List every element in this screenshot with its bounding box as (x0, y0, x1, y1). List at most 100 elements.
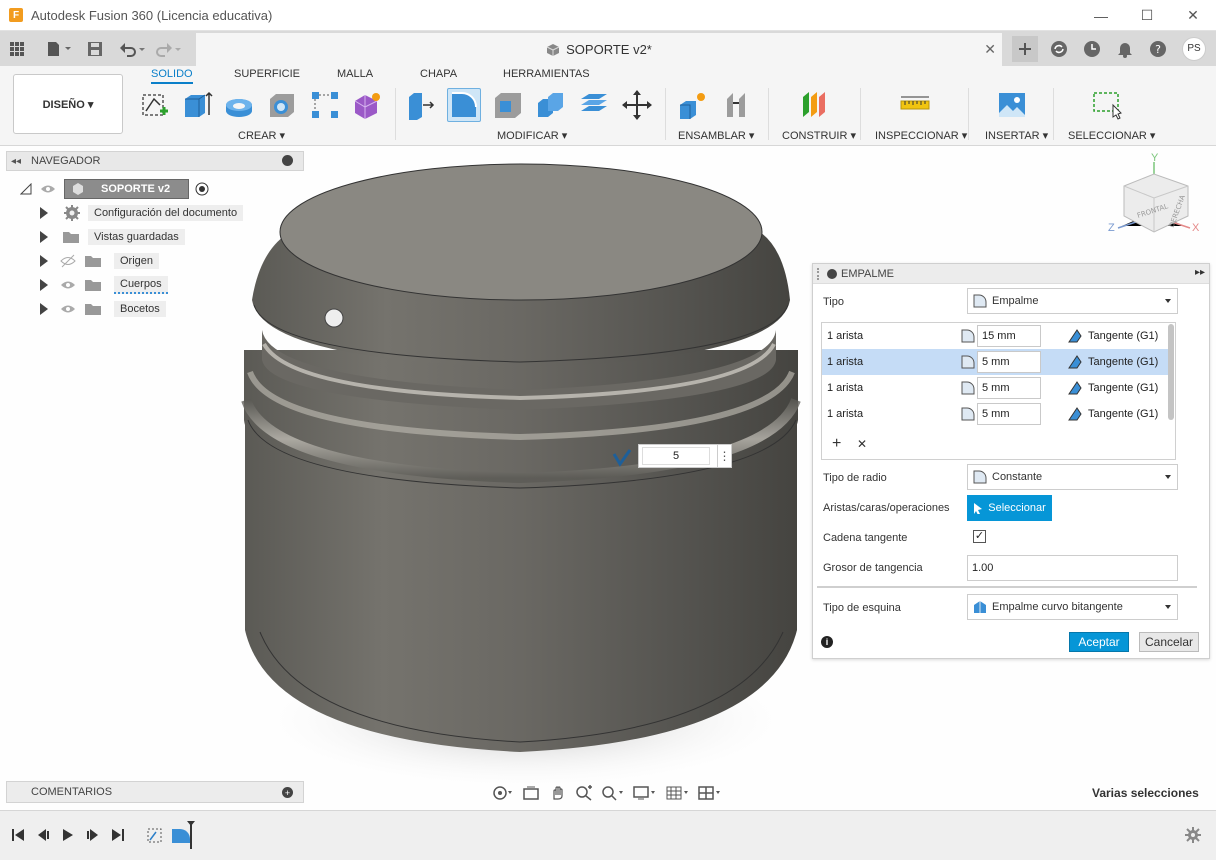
radius-input[interactable]: 5 mm (977, 351, 1041, 373)
timeline-fillet-icon[interactable] (169, 819, 195, 849)
offset-plane-icon[interactable] (798, 88, 832, 122)
hole-icon[interactable] (265, 88, 299, 122)
shell-icon[interactable] (491, 88, 525, 122)
tab-malla[interactable]: MALLA (337, 68, 373, 80)
radius-input[interactable]: 5 mm (977, 377, 1041, 399)
new-component-icon[interactable] (676, 88, 710, 122)
new-tab-plus-icon[interactable] (1012, 35, 1038, 62)
activate-radio-icon[interactable] (195, 182, 209, 196)
play-icon[interactable] (59, 826, 77, 844)
radius-input[interactable]: 15 mm (977, 325, 1041, 347)
group-inspeccionar[interactable]: INSPECCIONAR ▾ (875, 129, 967, 142)
navigator-header[interactable]: ◂◂ NAVEGADOR (6, 151, 304, 171)
minimize-button[interactable]: — (1078, 0, 1124, 31)
expand-triangle-icon[interactable] (40, 279, 48, 291)
revolve-icon[interactable] (222, 88, 256, 122)
go-to-end-icon[interactable] (109, 826, 127, 844)
insert-image-icon[interactable] (995, 88, 1029, 122)
tangent-continuity-icon[interactable] (1067, 354, 1083, 370)
tab-solido[interactable]: SOLIDO (151, 68, 193, 84)
navigator-minimize-icon[interactable] (282, 155, 293, 166)
fillet-manipulator-arrow-icon[interactable] (612, 446, 632, 468)
combine-icon[interactable] (534, 88, 568, 122)
step-back-icon[interactable] (34, 826, 52, 844)
fillet-dialog-header[interactable]: EMPALME ▸▸ (813, 264, 1209, 284)
expanded-triangle-icon[interactable] (20, 183, 32, 195)
group-insertar[interactable]: INSERTAR ▾ (985, 129, 1048, 142)
pan-hand-icon[interactable] (549, 785, 567, 801)
tab-chapa[interactable]: CHAPA (420, 68, 457, 80)
tab-herramientas[interactable]: HERRAMIENTAS (503, 68, 590, 80)
timeline-sketch-icon[interactable] (145, 824, 165, 846)
step-forward-icon[interactable] (84, 826, 102, 844)
table-row[interactable]: 1 arista 5 mm Tangente (G1) (822, 401, 1174, 427)
remove-edge-set-button[interactable]: ✕ (857, 437, 867, 451)
close-tab-button[interactable]: ✕ (984, 41, 996, 58)
collapse-arrows-icon[interactable]: ◂◂ (11, 156, 21, 167)
radius-type-dropdown[interactable]: Constante (967, 464, 1178, 490)
expand-dialog-icon[interactable]: ▸▸ (1195, 267, 1205, 278)
browser-node-bodies[interactable]: Cuerpos (40, 275, 168, 295)
expand-triangle-icon[interactable] (40, 303, 48, 315)
create-form-icon[interactable] (350, 88, 384, 122)
help-icon[interactable]: ? (1146, 37, 1170, 61)
undo-icon[interactable] (118, 36, 148, 62)
cancel-button[interactable]: Cancelar (1139, 632, 1199, 652)
timeline-settings-gear-icon[interactable] (1184, 826, 1202, 844)
dimension-manipulator[interactable]: 5 ⋮ (612, 444, 732, 468)
add-comment-icon[interactable]: + (282, 787, 293, 798)
user-avatar[interactable]: PS (1182, 36, 1206, 61)
clock-icon[interactable] (1080, 37, 1104, 61)
close-window-button[interactable]: ✕ (1170, 0, 1216, 31)
continuity-value[interactable]: Tangente (G1) (1088, 382, 1158, 394)
expand-triangle-icon[interactable] (40, 207, 48, 219)
dimension-value-input[interactable]: 5 (642, 447, 710, 465)
drag-handle-icon[interactable] (817, 267, 823, 280)
document-tab[interactable]: SOPORTE v2* ✕ (196, 33, 1002, 66)
browser-node-saved-views[interactable]: Vistas guardadas (40, 227, 185, 247)
browser-node-origin[interactable]: Origen (40, 251, 160, 271)
tab-superficie[interactable]: SUPERFICIE (234, 68, 300, 80)
viewports-icon[interactable] (698, 785, 722, 801)
offset-face-icon[interactable] (577, 88, 611, 122)
redo-icon[interactable] (154, 36, 184, 62)
expand-triangle-icon[interactable] (40, 255, 48, 267)
continuity-value[interactable]: Tangente (G1) (1088, 330, 1158, 342)
group-modificar[interactable]: MODIFICAR ▾ (497, 129, 567, 142)
corner-type-dropdown[interactable]: Empalme curvo bitangente (967, 594, 1178, 620)
ok-button[interactable]: Aceptar (1069, 632, 1129, 652)
tangent-chain-checkbox[interactable]: ✓ (973, 530, 986, 543)
table-scrollbar[interactable] (1168, 324, 1174, 420)
fit-view-icon[interactable] (601, 785, 625, 801)
browser-node-settings[interactable]: Configuración del documento (40, 203, 244, 223)
tangent-weight-input[interactable]: 1.00 (967, 555, 1178, 581)
notifications-bell-icon[interactable] (1113, 37, 1137, 61)
zoom-icon[interactable] (575, 785, 593, 801)
radius-input[interactable]: 5 mm (977, 403, 1041, 425)
orbit-icon[interactable] (492, 785, 514, 801)
joint-icon[interactable] (720, 88, 754, 122)
user-avatar-wrap[interactable]: PS (1182, 36, 1206, 61)
hidden-eye-icon[interactable] (60, 253, 76, 269)
expand-triangle-icon[interactable] (40, 231, 48, 243)
measure-icon[interactable] (898, 88, 932, 122)
tangent-continuity-icon[interactable] (1067, 406, 1083, 422)
visibility-eye-icon[interactable] (40, 181, 56, 197)
press-pull-icon[interactable] (404, 88, 438, 122)
add-edge-set-button[interactable]: + (832, 435, 841, 453)
view-cube[interactable]: FRONTAL DERECHA Y Z X (1104, 152, 1204, 246)
save-icon[interactable] (82, 36, 108, 62)
create-sketch-icon[interactable] (137, 88, 171, 122)
table-row[interactable]: 1 arista 5 mm Tangente (G1) (822, 375, 1174, 401)
group-seleccionar[interactable]: SELECCIONAR ▾ (1068, 129, 1155, 142)
browser-root-node[interactable]: SOPORTE v2 (20, 179, 209, 199)
move-icon[interactable] (620, 88, 654, 122)
table-row[interactable]: 1 arista 5 mm Tangente (G1) (822, 349, 1174, 375)
browser-node-sketches[interactable]: Bocetos (40, 299, 166, 319)
extrude-icon[interactable] (180, 88, 214, 122)
visibility-eye-icon[interactable] (60, 301, 76, 317)
data-panel-grid-icon[interactable] (4, 36, 30, 62)
dimension-options-icon[interactable]: ⋮ (718, 444, 732, 468)
type-dropdown[interactable]: Empalme (967, 288, 1178, 314)
select-edges-button[interactable]: Seleccionar (967, 495, 1052, 521)
